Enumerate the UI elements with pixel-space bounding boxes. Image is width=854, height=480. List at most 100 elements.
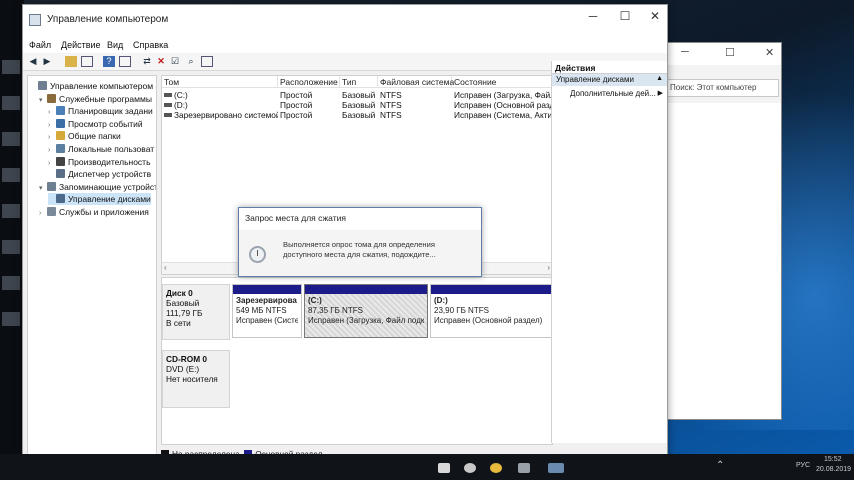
up-folder-icon[interactable]: [65, 56, 77, 67]
clock-date[interactable]: 20.08.2019: [816, 466, 851, 473]
col-filesystem[interactable]: Файловая система: [378, 76, 454, 88]
tree-item[interactable]: › Службы и приложения: [39, 206, 149, 218]
explorer-taskbar-icon[interactable]: [438, 463, 450, 473]
tree-item[interactable]: Диспетчер устройств: [48, 168, 151, 180]
actions-header: Действия: [552, 61, 667, 74]
expand-icon[interactable]: ›: [39, 208, 47, 220]
desktop-icon[interactable]: [2, 132, 20, 146]
col-volume[interactable]: Том: [162, 76, 278, 88]
explorer-search-input[interactable]: Поиск: Этот компьютер: [665, 79, 779, 97]
check-icon[interactable]: ☑: [169, 56, 181, 67]
col-status[interactable]: Состояние: [452, 76, 552, 88]
minimize-button[interactable]: ─: [579, 9, 607, 23]
scroll-right-icon[interactable]: ›: [547, 263, 550, 272]
volume-cell: (D:): [174, 100, 188, 110]
properties-icon[interactable]: [119, 56, 131, 67]
disk-label[interactable]: Диск 0 Базовый 111,79 ГБ В сети: [162, 284, 230, 340]
desktop-icon[interactable]: [2, 96, 20, 110]
desktop-icon[interactable]: [2, 276, 20, 290]
menu-help[interactable]: Справка: [133, 40, 168, 50]
computer-management-taskbar-icon[interactable]: [548, 463, 564, 473]
menu-view[interactable]: Вид: [107, 40, 123, 50]
cdrom-label[interactable]: CD-ROM 0 DVD (E:) Нет носителя: [162, 350, 230, 408]
volume-cell: Базовый: [342, 90, 376, 100]
media-taskbar-icon[interactable]: [518, 463, 530, 473]
tree-item[interactable]: ▾ Служебные программы: [39, 93, 152, 105]
desktop-icon[interactable]: [2, 240, 20, 254]
cdrom-drive: DVD (E:): [166, 364, 200, 374]
scroll-left-icon[interactable]: ‹: [164, 263, 167, 272]
volume-row[interactable]: (D:) Простой Базовый NTFS Исправен (Основной…: [162, 100, 552, 110]
disk-row[interactable]: Диск 0 Базовый 111,79 ГБ В сети Зарезерв…: [162, 284, 552, 340]
computer-management-icon: [29, 14, 41, 26]
close-button[interactable]: ✕: [641, 9, 669, 23]
connect-icon[interactable]: ⇄: [141, 56, 153, 67]
menu-file[interactable]: Файл: [29, 40, 51, 50]
desktop-icon[interactable]: [2, 204, 20, 218]
tree-item-icon: [47, 207, 56, 216]
cdrom-row[interactable]: CD-ROM 0 DVD (E:) Нет носителя: [162, 350, 552, 408]
tray-up-icon[interactable]: ⌃: [716, 460, 724, 471]
explorer-maximize-button[interactable]: ☐: [725, 46, 735, 59]
tree-item[interactable]: ▾ Запоминающие устройст: [39, 181, 156, 195]
partition-d[interactable]: (D:) 23,90 ГБ NTFS Исправен (Основной ра…: [430, 284, 552, 338]
partition-c[interactable]: (C:) 87,35 ГБ NTFS Исправен (Загрузка, Ф…: [304, 284, 428, 338]
help-icon[interactable]: ?: [103, 56, 115, 67]
explorer-close-button[interactable]: ✕: [765, 46, 774, 59]
back-icon[interactable]: ◀: [27, 56, 39, 67]
tree-item-label: Службы и приложения: [59, 207, 149, 217]
camera-taskbar-icon[interactable]: [464, 463, 476, 473]
partition-name: (D:): [434, 296, 448, 305]
tree-item[interactable]: › Локальные пользоват: [48, 143, 154, 155]
tree-item-label: Общие папки: [68, 131, 121, 142]
clock-time[interactable]: 15:52: [824, 456, 842, 463]
new-icon[interactable]: [201, 56, 213, 67]
delete-icon[interactable]: ✕: [155, 56, 167, 67]
volume-icon: [164, 113, 172, 117]
volume-cell: Простой: [280, 100, 313, 110]
volume-row[interactable]: (C:) Простой Базовый NTFS Исправен (Загрузка…: [162, 90, 552, 100]
col-layout[interactable]: Расположение: [278, 76, 340, 88]
search-icon[interactable]: ⌕: [185, 56, 197, 67]
explorer-minimize-button[interactable]: ─: [681, 46, 689, 58]
volume-cell: (C:): [174, 90, 188, 100]
desktop-icon[interactable]: [2, 312, 20, 326]
col-type[interactable]: Тип: [340, 76, 378, 88]
tree-item[interactable]: Управление компьютером (л: [30, 80, 156, 92]
dialog-title: Запрос места для сжатия: [245, 213, 346, 223]
forward-icon[interactable]: ▶: [41, 56, 53, 67]
tree-item[interactable]: › Общие папки: [48, 130, 121, 142]
actions-section-label: Управление дисками: [556, 75, 634, 84]
volume-cell: Исправен (Основной разд: [454, 100, 553, 110]
partition-reserved[interactable]: Зарезервирова 549 МБ NTFS Исправен (Сист…: [232, 284, 302, 338]
volume-cell: NTFS: [380, 100, 402, 110]
language-indicator[interactable]: РУС: [796, 462, 810, 469]
tree-item[interactable]: › Просмотр событий: [48, 118, 143, 130]
actions-section-disk-management[interactable]: Управление дисками ▲: [552, 74, 667, 86]
tree-item-icon: [38, 81, 47, 90]
console-tree: Управление компьютером (л ▾ Служебные прог…: [27, 75, 157, 463]
tree-item[interactable]: Управление дисками: [48, 193, 151, 206]
chevron-right-icon: ▶: [657, 90, 663, 97]
partition-size: 23,90 ГБ NTFS: [434, 306, 489, 315]
collapse-icon[interactable]: ▲: [656, 75, 663, 82]
clock-icon: [249, 246, 266, 263]
show-hide-tree-icon[interactable]: [81, 56, 93, 67]
tree-item-icon: [56, 106, 65, 116]
disk-status: В сети: [166, 318, 191, 328]
volume-list-header: Том Расположение Тип Файловая система Со…: [162, 76, 552, 88]
menu-action[interactable]: Действие: [61, 40, 101, 50]
volume-row[interactable]: Зарезервировано системой Простой Базовый NT…: [162, 110, 552, 120]
volume-cell: NTFS: [380, 110, 402, 120]
partition-bar: [305, 285, 427, 294]
dialog-message: Выполняется опрос тома для определения д…: [283, 240, 436, 259]
tree-item[interactable]: › Планировщик задани: [48, 105, 153, 117]
expand-icon[interactable]: ▾: [39, 183, 47, 195]
chrome-taskbar-icon[interactable]: [490, 463, 502, 473]
more-actions-link[interactable]: Дополнительные дей... ▶: [552, 86, 667, 101]
expand-icon[interactable]: ▾: [39, 95, 47, 107]
desktop-icon[interactable]: [2, 168, 20, 182]
maximize-button[interactable]: ☐: [611, 9, 639, 23]
desktop-icon[interactable]: [2, 60, 20, 74]
tree-item[interactable]: › Производительность: [48, 156, 151, 168]
